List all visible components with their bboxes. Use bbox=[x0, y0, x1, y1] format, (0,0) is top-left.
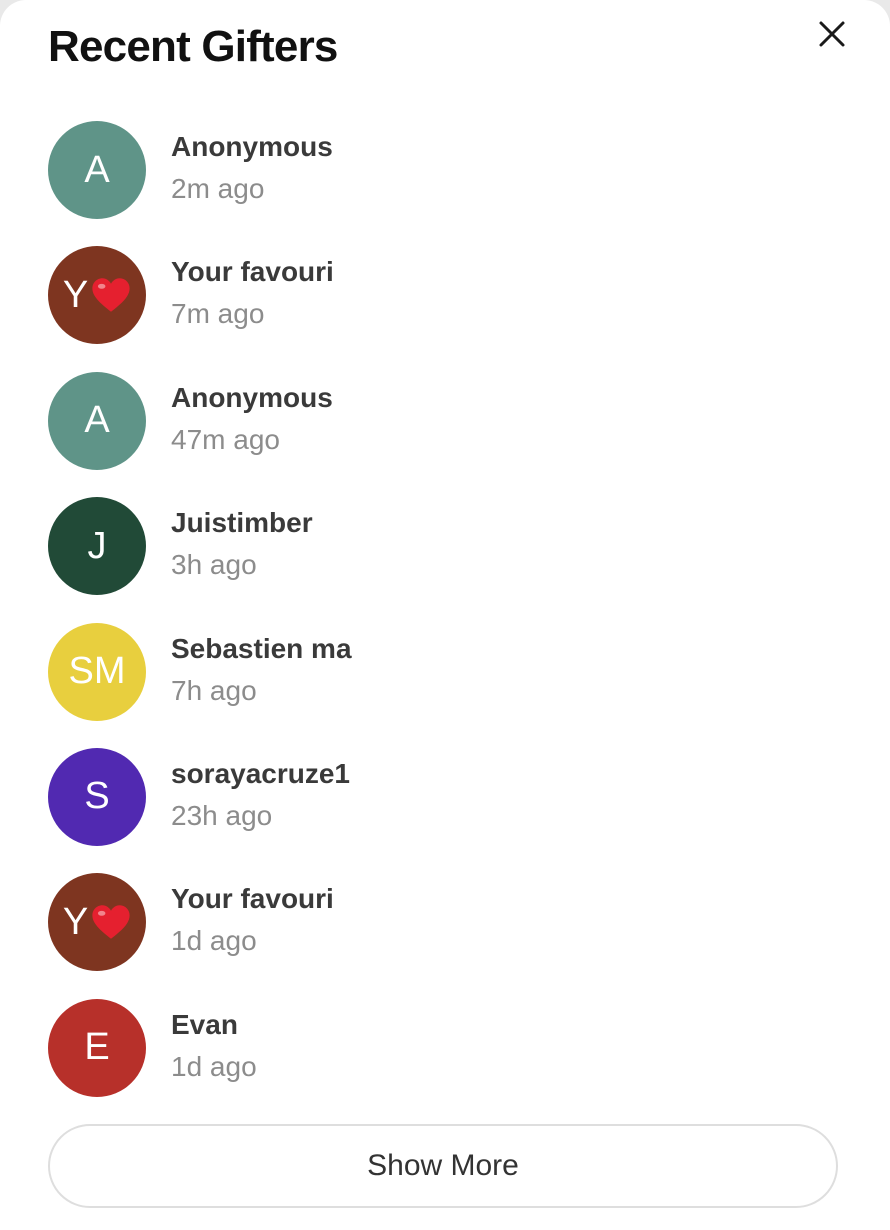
gifter-list: A Anonymous 2m ago Y Your favouri 7m ago A Anon… bbox=[0, 119, 890, 1122]
avatar-initials: A bbox=[84, 399, 110, 442]
avatar-initials: E bbox=[84, 1026, 110, 1069]
gifter-row[interactable]: Y Your favouri 7m ago bbox=[0, 244, 890, 369]
avatar-initials: J bbox=[87, 524, 107, 567]
avatar: SM bbox=[48, 622, 146, 721]
page-title: Recent Gifters bbox=[48, 22, 338, 71]
avatar: A bbox=[48, 121, 146, 219]
heart-icon bbox=[92, 905, 130, 940]
close-button[interactable] bbox=[808, 12, 856, 56]
gifter-name: Sebastien ma bbox=[171, 632, 352, 664]
gift-time: 3h ago bbox=[171, 549, 257, 581]
gift-time: 1d ago bbox=[171, 925, 257, 957]
avatar-initials: SM bbox=[68, 650, 126, 693]
recent-gifters-sheet: Recent Gifters A Anonymous 2m ago Y Your fav… bbox=[0, 0, 890, 1230]
gifter-name: Juistimber bbox=[171, 507, 313, 539]
avatar-initials: Y bbox=[62, 273, 89, 316]
gifter-row[interactable]: SM Sebastien ma 7h ago bbox=[0, 621, 890, 746]
gift-time: 23h ago bbox=[171, 799, 273, 831]
show-more-button[interactable]: Show More bbox=[48, 1124, 838, 1208]
avatar: E bbox=[48, 998, 146, 1097]
gift-time: 47m ago bbox=[171, 423, 280, 455]
gifter-name: Your favouri bbox=[171, 256, 334, 288]
avatar: Y bbox=[48, 246, 146, 345]
gift-time: 7m ago bbox=[171, 298, 265, 330]
gift-time: 7h ago bbox=[171, 674, 257, 706]
gifter-row[interactable]: Y Your favouri 1d ago bbox=[0, 871, 890, 996]
gifter-row[interactable]: A Anonymous 47m ago bbox=[0, 370, 890, 495]
gifter-row[interactable]: A Anonymous 2m ago bbox=[0, 119, 890, 244]
gifter-row[interactable]: E Evan 1d ago bbox=[0, 997, 890, 1122]
gifter-row[interactable]: Ssorayacruze1 23h ago bbox=[0, 746, 890, 871]
avatar-initials: S bbox=[84, 775, 110, 818]
close-icon bbox=[819, 21, 845, 47]
gifter-name: Anonymous bbox=[171, 131, 333, 162]
avatar-initials: A bbox=[84, 148, 110, 191]
gifter-row[interactable]: J Juistimber 3h ago bbox=[0, 495, 890, 620]
gift-time: 2m ago bbox=[171, 173, 265, 204]
heart-icon bbox=[92, 278, 130, 313]
avatar: Y bbox=[48, 873, 146, 972]
avatar: S bbox=[48, 747, 146, 846]
avatar-initials: Y bbox=[62, 900, 89, 943]
gift-time: 1d ago bbox=[171, 1050, 257, 1082]
gifter-name: Evan bbox=[171, 1008, 238, 1040]
avatar: A bbox=[48, 371, 146, 470]
gifter-name: Your favouri bbox=[171, 883, 334, 915]
gifter-name: sorayacruze1 bbox=[171, 757, 351, 789]
avatar: J bbox=[48, 497, 146, 596]
gifter-name: Anonymous bbox=[171, 381, 333, 413]
